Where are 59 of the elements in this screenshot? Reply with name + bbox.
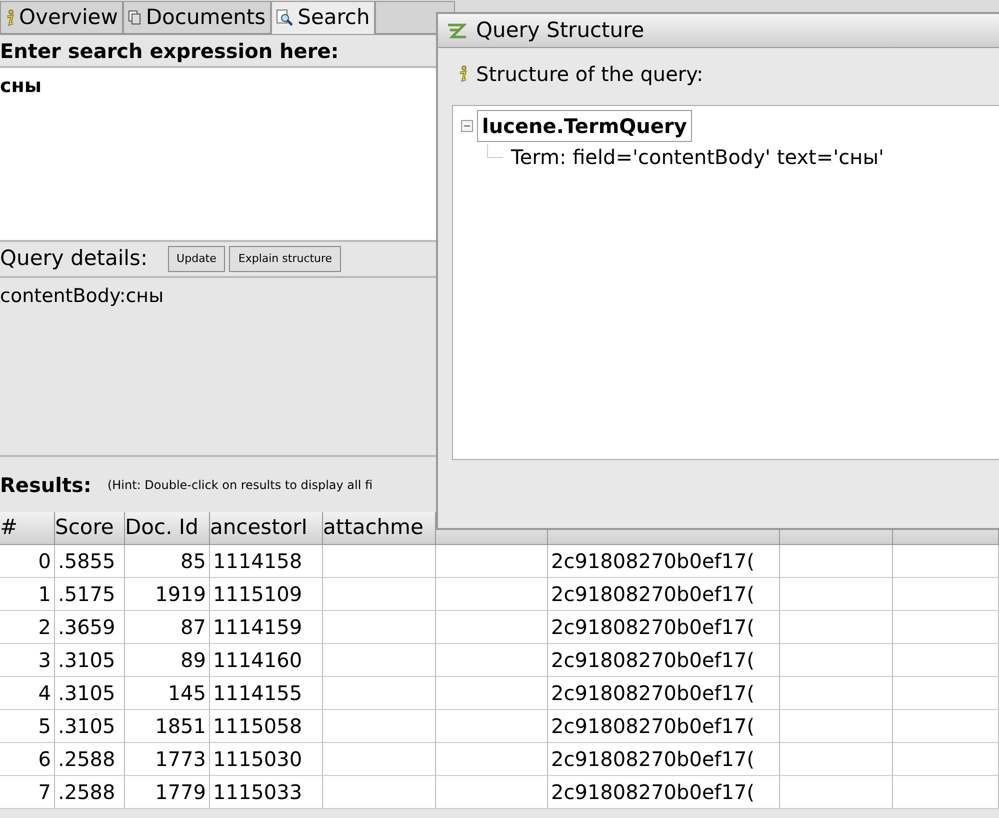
table-cell: 89 <box>125 644 210 676</box>
tab[interactable]: Search <box>270 1 375 34</box>
table-cell: 1115109 <box>210 578 323 610</box>
table-cell: 2 <box>0 611 55 643</box>
field-label: Query details: <box>0 245 148 272</box>
hint-text: (Hint: Double-click on results to display all fi <box>107 476 373 494</box>
table-cell: 3 <box>0 644 55 676</box>
table-cell: .5855 <box>55 545 125 577</box>
table-cell: 6 <box>0 743 55 775</box>
table-cell: 2c91808270b0ef17( <box>548 710 780 742</box>
tree-item[interactable]: Term: field='contentBody' text='сны' <box>507 142 888 172</box>
info-icon <box>458 65 468 83</box>
column-header[interactable]: Score <box>55 512 125 544</box>
table-cell: 87 <box>125 611 210 643</box>
table-cell: 1919 <box>125 578 210 610</box>
table-cell: 2c91808270b0ef17( <box>548 776 780 808</box>
table-cell: 5 <box>0 710 55 742</box>
documents-icon <box>128 10 142 26</box>
table-cell: 1114159 <box>210 611 323 643</box>
column-header[interactable]: ancestorI <box>210 512 323 544</box>
table-cell: .5175 <box>55 578 125 610</box>
table-cell: .2588 <box>55 743 125 775</box>
column-header[interactable]: Doc. Id <box>125 512 210 544</box>
info-icon <box>5 8 15 26</box>
table-cell: .3105 <box>55 677 125 709</box>
collapse-toggle[interactable] <box>461 120 473 132</box>
section-label: Results: <box>0 472 92 498</box>
table-cell: 1115058 <box>210 710 323 742</box>
search-icon <box>276 9 294 27</box>
button[interactable]: Explain structure <box>229 246 342 272</box>
table-cell: 1115030 <box>210 743 323 775</box>
button[interactable]: Update <box>168 246 226 272</box>
table-cell: 2c91808270b0ef17( <box>548 644 780 676</box>
table-cell: 1114160 <box>210 644 323 676</box>
table-cell: 2c91808270b0ef17( <box>548 743 780 775</box>
table-cell: 7 <box>0 776 55 808</box>
table-cell: 2c91808270b0ef17( <box>548 677 780 709</box>
table-cell: 1114158 <box>210 545 323 577</box>
table-cell: .3659 <box>55 611 125 643</box>
tab[interactable]: Overview <box>0 1 123 34</box>
table-cell: 2c91808270b0ef17( <box>548 611 780 643</box>
table-cell: .3105 <box>55 710 125 742</box>
table-cell: 1 <box>0 578 55 610</box>
table-cell: 2c91808270b0ef17( <box>548 545 780 577</box>
table-cell: 1779 <box>125 776 210 808</box>
table-cell: 85 <box>125 545 210 577</box>
column-header[interactable]: # <box>0 512 55 544</box>
table-cell: .2588 <box>55 776 125 808</box>
table-cell: 0 <box>0 545 55 577</box>
tab[interactable]: Documents <box>122 1 271 34</box>
table-cell: .3105 <box>55 644 125 676</box>
table-cell: 1115033 <box>210 776 323 808</box>
table-cell: 1114155 <box>210 677 323 709</box>
table-cell: 1773 <box>125 743 210 775</box>
tree-item[interactable]: lucene.TermQuery <box>477 110 692 142</box>
table-cell: 2c91808270b0ef17( <box>548 578 780 610</box>
table-cell: 4 <box>0 677 55 709</box>
table-cell: 1851 <box>125 710 210 742</box>
table-cell: 145 <box>125 677 210 709</box>
